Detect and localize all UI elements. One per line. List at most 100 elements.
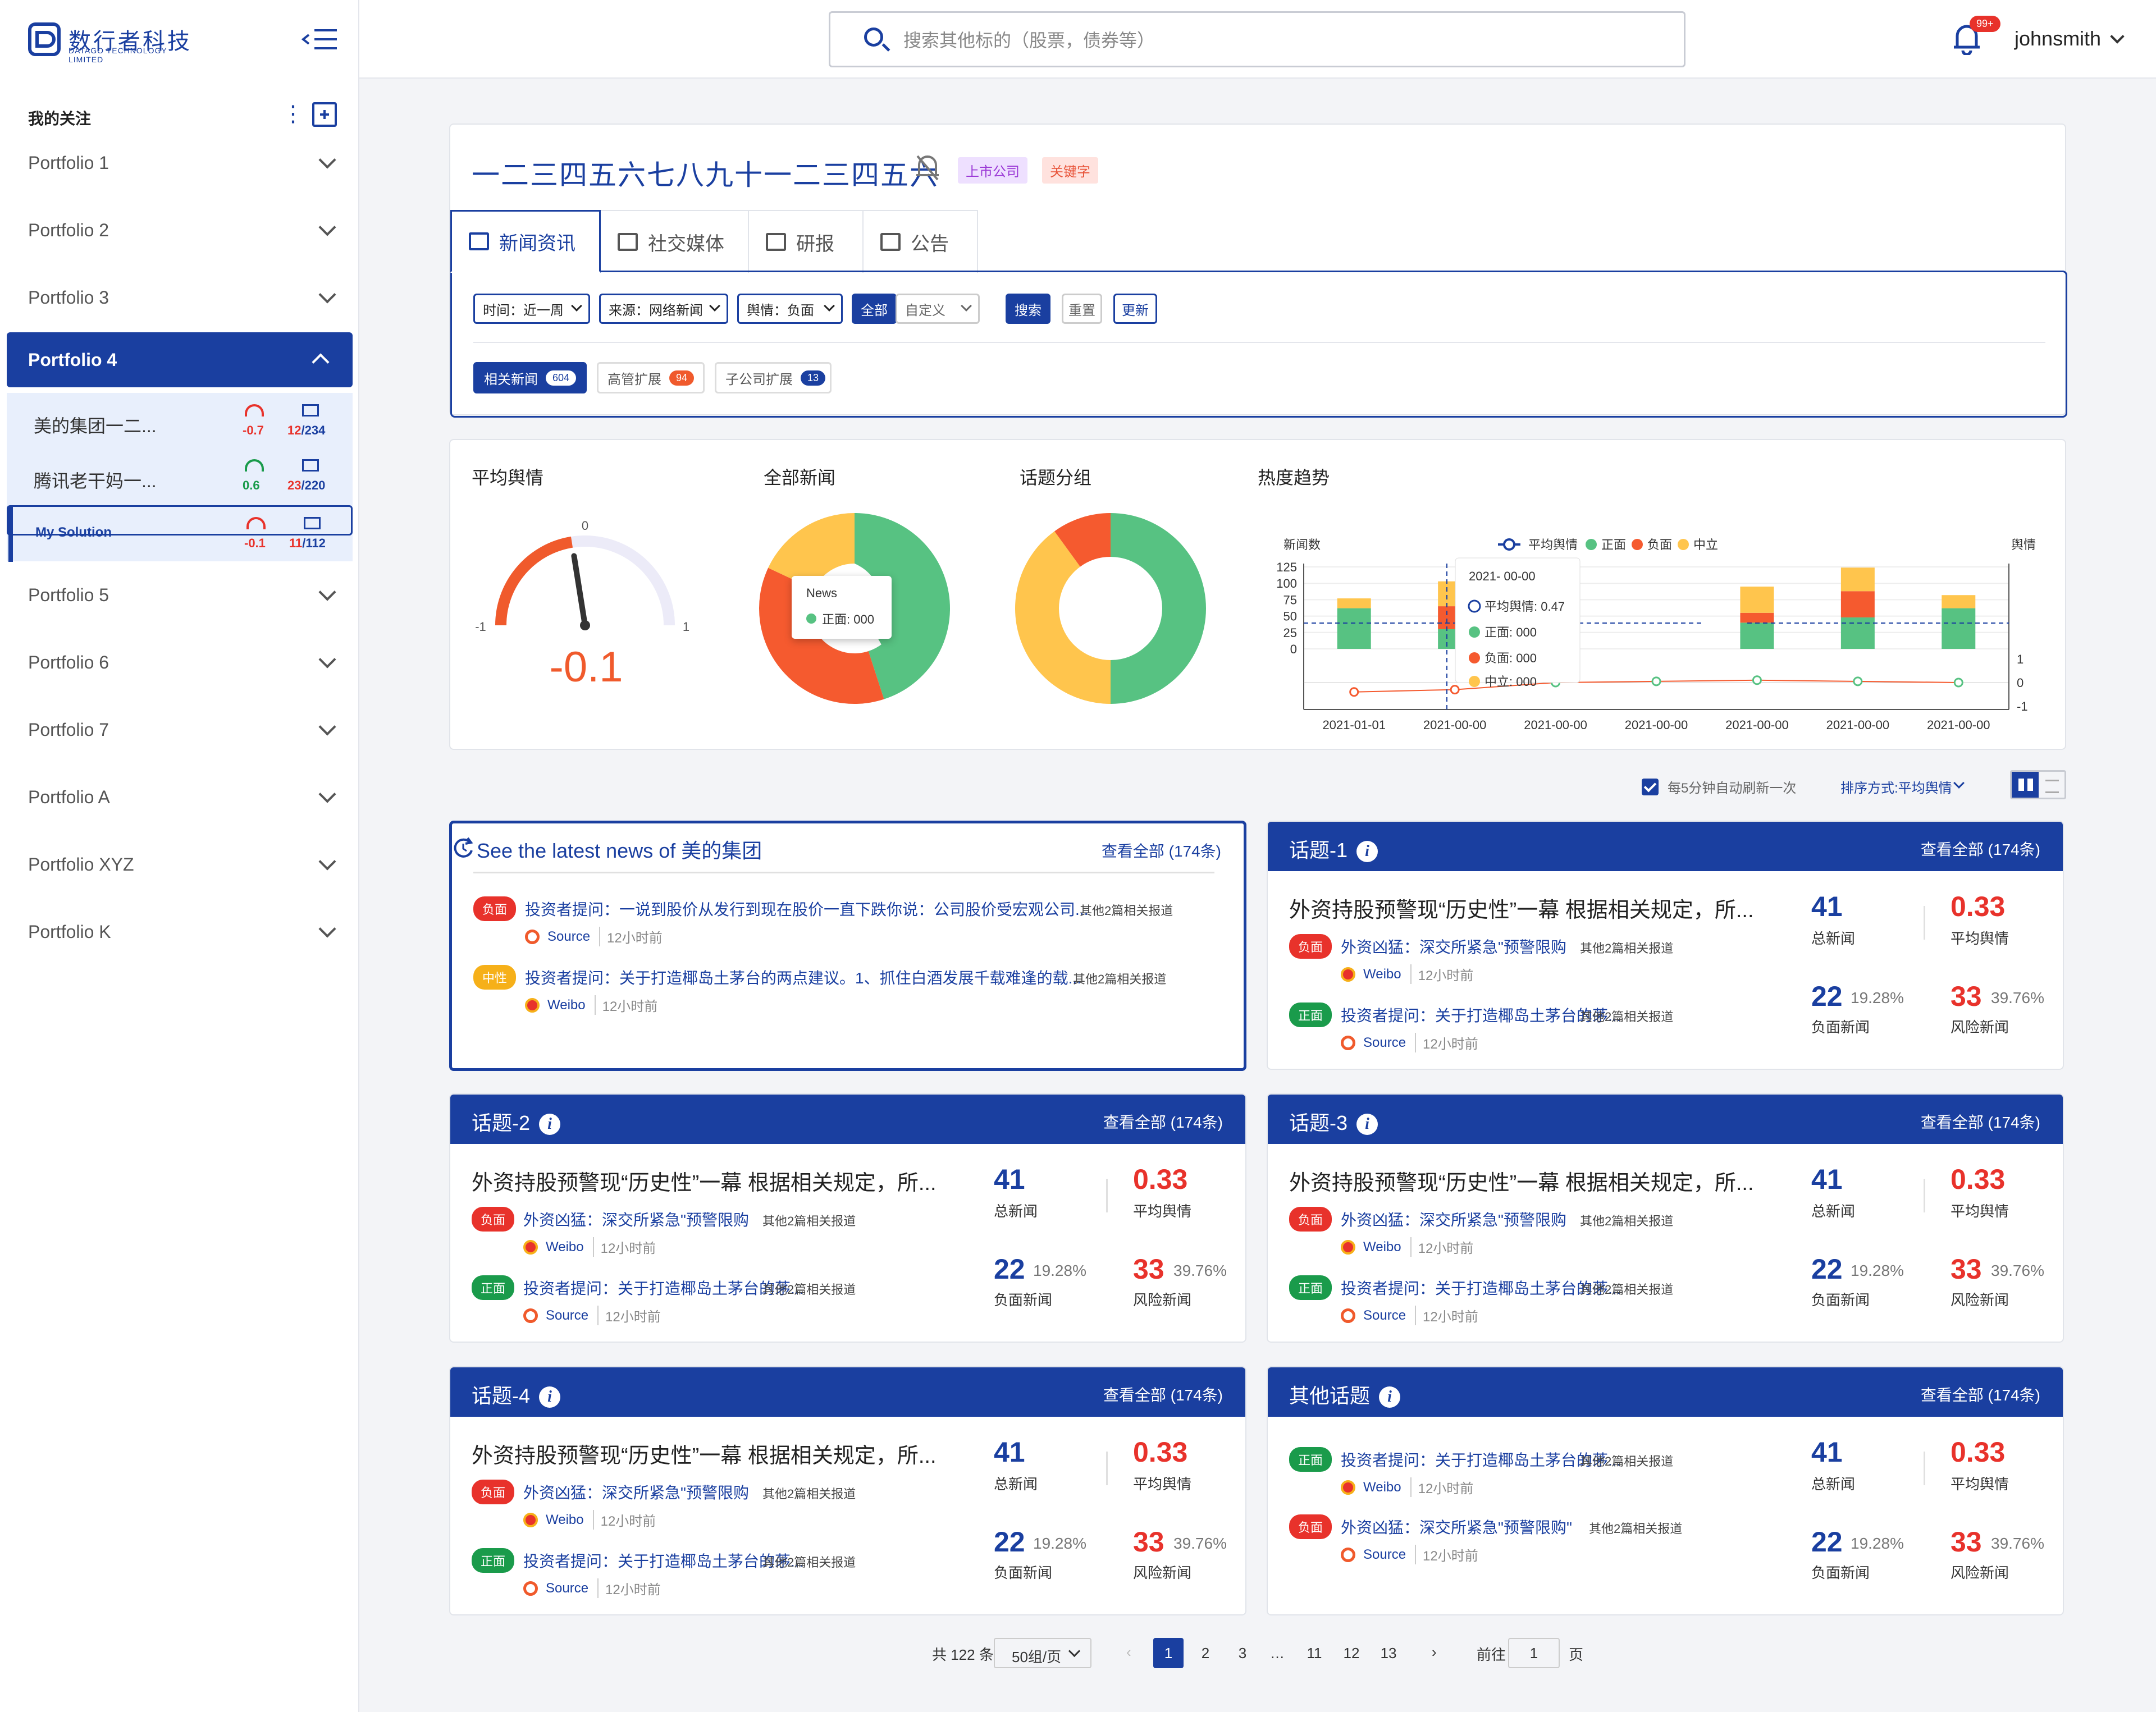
sentiment-point[interactable] — [1651, 676, 1661, 686]
info-icon[interactable]: i — [1356, 841, 1378, 863]
page-number[interactable]: 1 — [1153, 1638, 1184, 1668]
goto-page-input[interactable]: 1 — [1508, 1638, 1560, 1668]
collapse-menu-icon[interactable] — [301, 22, 340, 56]
news-title-link[interactable]: 投资者提问：关于打造椰岛土茅台的茅... — [1341, 1004, 1621, 1026]
news-item[interactable]: 负面 外资凶猛：深交所紧急"预警限购 其他2篇相关报道 Weibo 12小时前 — [472, 1207, 977, 1269]
search-box[interactable] — [829, 11, 1685, 67]
page-number[interactable]: 13 — [1373, 1638, 1404, 1668]
chip-related-news[interactable]: 相关新闻 604 — [473, 362, 587, 393]
sidebar-portfolio-xyz[interactable]: Portfolio XYZ — [0, 836, 359, 892]
related-reports-toggle[interactable]: 其他2篇相关报道 — [1580, 1452, 1673, 1470]
sidebar-portfolio-6[interactable]: Portfolio 6 — [0, 634, 359, 690]
chip-executive[interactable]: 高管扩展 94 — [597, 362, 705, 393]
related-reports-toggle[interactable]: 其他2篇相关报道 — [1580, 1280, 1673, 1298]
list-view-icon[interactable] — [2039, 772, 2064, 798]
info-icon[interactable]: i — [1356, 1114, 1378, 1136]
tab-social-media[interactable]: 社交媒体 — [600, 210, 749, 273]
view-all-link[interactable]: 查看全部 (174条) — [1102, 839, 1221, 862]
news-item[interactable]: 正面 投资者提问：关于打造椰岛土茅台的茅... 其他2篇相关报道 Source 1… — [1289, 1003, 1794, 1064]
news-item[interactable]: 正面 投资者提问：关于打造椰岛土茅台的茅... 其他2篇相关报道 Source 1… — [472, 1275, 977, 1337]
page-number[interactable]: 11 — [1299, 1638, 1330, 1668]
related-reports-toggle[interactable]: 其他2篇相关报道 — [762, 1553, 856, 1571]
news-title-link[interactable]: 外资凶猛：深交所紧急"预警限购 — [523, 1208, 749, 1230]
news-title-link[interactable]: 外资凶猛：深交所紧急"预警限购 — [523, 1481, 749, 1503]
related-reports-toggle[interactable]: 其他2篇相关报道 — [1073, 969, 1166, 987]
news-title-link[interactable]: 外资凶猛：深交所紧急"预警限购 — [1341, 935, 1566, 958]
bar-负面[interactable] — [1840, 591, 1875, 617]
topic-headline[interactable]: 外资持股预警现“历史性”一幕 根据相关规定，所... — [1289, 1165, 1772, 1196]
sentiment-point[interactable] — [1349, 687, 1359, 697]
view-all-link[interactable]: 查看全部 (174条) — [1921, 1383, 2040, 1406]
news-title-link[interactable]: 投资者提问：关于打造椰岛土茅台的茅... — [523, 1549, 803, 1572]
next-page-icon[interactable]: › — [1432, 1644, 1437, 1661]
related-reports-toggle[interactable]: 其他2篇相关报道 — [1580, 1007, 1673, 1025]
chip-subsidiary[interactable]: 子公司扩展 13 — [715, 362, 832, 393]
bar-中立[interactable] — [1840, 567, 1875, 592]
tab-announcements[interactable]: 公告 — [862, 210, 978, 273]
news-item[interactable]: 中性 投资者提问：关于打造椰岛土茅台的两点建议。1、抓住白酒发展千载难逢的载..… — [473, 965, 1214, 1027]
sentiment-point[interactable] — [1853, 676, 1863, 686]
logo[interactable]: 数行者科技 DATAGO TECHNOLOGY LIMITED — [28, 22, 192, 64]
sentiment-point[interactable] — [1752, 675, 1762, 685]
info-icon[interactable]: i — [539, 1114, 561, 1136]
page-size-select[interactable]: 50组/页 — [994, 1638, 1091, 1668]
news-item[interactable]: 负面 投资者提问：一说到股价从发行到现在股价一直下跌你说：公司股价受宏观公司..… — [473, 896, 1214, 958]
page-number[interactable]: … — [1262, 1638, 1292, 1668]
related-reports-toggle[interactable]: 其他2篇相关报道 — [1580, 1211, 1673, 1229]
news-title-link[interactable]: 外资凶猛：深交所紧急"预警限购" — [1341, 1516, 1572, 1538]
sidebar-portfolio-a[interactable]: Portfolio A — [0, 769, 359, 825]
view-all-link[interactable]: 查看全部 (174条) — [1921, 1110, 2040, 1133]
page-number[interactable]: 12 — [1336, 1638, 1367, 1668]
sentiment-point[interactable] — [1953, 678, 1963, 688]
donut-slice-正面[interactable] — [1111, 513, 1206, 704]
related-reports-toggle[interactable]: 其他2篇相关报道 — [762, 1280, 856, 1298]
sentiment-select[interactable]: 舆情：负面 — [737, 294, 843, 324]
bar-正面[interactable] — [1942, 608, 1976, 649]
related-reports-toggle[interactable]: 其他2篇相关报道 — [1580, 939, 1673, 956]
custom-select[interactable]: 自定义 — [896, 294, 980, 324]
bar-正面[interactable] — [1740, 622, 1774, 649]
news-item[interactable]: 负面 外资凶猛：深交所紧急"预警限购 其他2篇相关报道 Weibo 12小时前 — [1289, 934, 1794, 996]
reset-button[interactable]: 重置 — [1062, 294, 1102, 324]
sidebar-portfolio-7[interactable]: Portfolio 7 — [0, 702, 359, 758]
sidebar-portfolio-1[interactable]: Portfolio 1 — [0, 135, 359, 191]
topic-headline[interactable]: 外资持股预警现“历史性”一幕 根据相关规定，所... — [472, 1438, 954, 1469]
sidebar-portfolio-5[interactable]: Portfolio 5 — [0, 567, 359, 623]
topic-headline[interactable]: 外资持股预警现“历史性”一幕 根据相关规定，所... — [1289, 892, 1772, 923]
tab-research[interactable]: 研报 — [748, 210, 864, 273]
chevron-down-icon[interactable] — [1953, 777, 1965, 789]
bell-off-icon[interactable] — [915, 154, 940, 182]
bar-中立[interactable] — [1337, 598, 1371, 608]
view-all-link[interactable]: 查看全部 (174条) — [1103, 1383, 1223, 1406]
related-reports-toggle[interactable]: 其他2篇相关报道 — [1080, 901, 1173, 919]
watch-item[interactable]: 腾讯老干妈一... 0.6 23/220 — [7, 449, 353, 504]
news-item[interactable]: 正面 投资者提问：关于打造椰岛土茅台的茅... 其他2篇相关报道 Source 1… — [472, 1548, 977, 1610]
source-select[interactable]: 来源：网络新闻 — [599, 294, 728, 324]
news-item[interactable]: 正面 投资者提问：关于打造椰岛土茅台的茅... 其他2篇相关报道 Source 1… — [1289, 1275, 1794, 1337]
time-select[interactable]: 时间：近一周 — [473, 294, 590, 324]
info-icon[interactable]: i — [1379, 1386, 1401, 1408]
search-input[interactable] — [903, 25, 1633, 56]
news-title-link[interactable]: 投资者提问：关于打造椰岛土茅台的茅... — [1341, 1448, 1621, 1471]
refresh-icon[interactable] — [451, 836, 476, 860]
related-reports-toggle[interactable]: 其他2篇相关报道 — [1589, 1519, 1682, 1537]
related-reports-toggle[interactable]: 其他2篇相关报道 — [762, 1484, 856, 1502]
add-folder-icon[interactable] — [312, 102, 337, 127]
bar-正面[interactable] — [1840, 617, 1875, 649]
bar-正面[interactable] — [1337, 608, 1371, 649]
sentiment-point[interactable] — [1450, 685, 1460, 695]
sidebar-portfolio-4[interactable]: Portfolio 4 — [7, 332, 353, 387]
news-title-link[interactable]: 投资者提问：关于打造椰岛土茅台的两点建议。1、抓住白酒发展千载难逢的载... — [525, 966, 1081, 988]
page-number[interactable]: 3 — [1227, 1638, 1258, 1668]
sidebar-portfolio-3[interactable]: Portfolio 3 — [0, 269, 359, 326]
topic-headline[interactable]: 外资持股预警现“历史性”一幕 根据相关规定，所... — [472, 1165, 954, 1196]
sidebar-portfolio-2[interactable]: Portfolio 2 — [0, 202, 359, 258]
watch-item[interactable]: 美的集团一二... -0.7 12/234 — [7, 394, 353, 449]
grid-view-icon[interactable] — [2012, 772, 2039, 798]
news-title-link[interactable]: 投资者提问：一说到股价从发行到现在股价一直下跌你说：公司股价受宏观公司... — [525, 898, 1088, 920]
view-all-link[interactable]: 查看全部 (174条) — [1921, 837, 2040, 860]
bar-中立[interactable] — [1740, 587, 1774, 613]
related-reports-toggle[interactable]: 其他2篇相关报道 — [762, 1211, 856, 1229]
view-all-link[interactable]: 查看全部 (174条) — [1103, 1110, 1223, 1133]
chevron-down-icon[interactable] — [2110, 29, 2125, 44]
